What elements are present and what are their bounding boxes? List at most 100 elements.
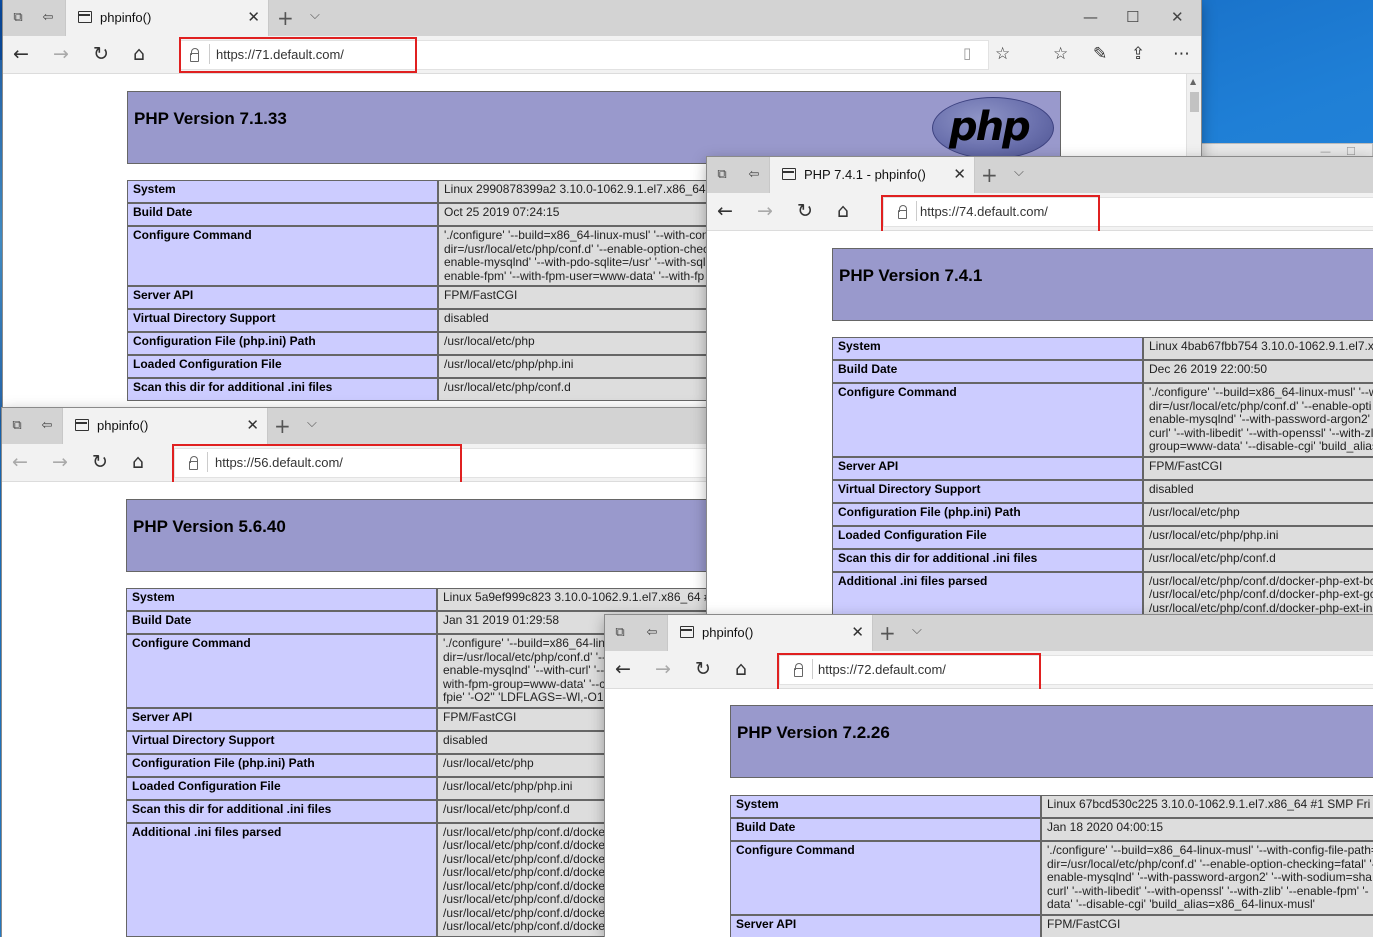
tabs-aside-icon[interactable]: ⧉ [8,418,26,434]
url-highlight-box [881,195,1100,235]
url-highlight-box [777,653,1041,691]
php-version-header: PHP Version 7.4.1 [832,248,1373,321]
row-key: Scan this dir for additional .ini files [832,548,1143,572]
minimize-icon[interactable]: — [1083,8,1098,26]
tab-phpinfo-56[interactable]: phpinfo() ✕ [62,408,268,444]
row-value-line: dir=/usr/local/etc/php/conf.d' '--enable… [1047,856,1373,871]
tabs-aside-icon[interactable]: ⧉ [611,625,629,641]
tab-phpinfo-72[interactable]: phpinfo() ✕ [667,615,873,651]
tab-dropdown-icon[interactable]: ⌵ [307,416,317,431]
favorite-star-icon[interactable]: ☆ [995,44,1010,64]
new-tab-icon[interactable]: + [879,621,896,645]
forward-icon[interactable]: → [655,659,671,679]
row-value-line: /usr/local/etc/php/php.ini [1149,527,1279,542]
row-value-line: './configure' '--build=x86_64-linux-musl… [1149,385,1373,399]
back-icon[interactable]: ← [12,452,28,472]
tab-dropdown-icon[interactable]: ⌵ [1014,165,1024,180]
table-row: Additional .ini files parsed/usr/local/e… [832,571,1373,618]
forward-icon[interactable]: → [52,452,68,472]
refresh-icon[interactable]: ↻ [92,452,108,472]
row-value: FPM/FastCGI [1041,914,1373,937]
home-icon[interactable]: ⌂ [133,44,145,64]
tab-bar: ⧉ ⇦ PHP 7.4.1 - phpinfo() ✕ + ⌵ [707,157,1373,193]
home-icon[interactable]: ⌂ [132,452,144,472]
back-icon[interactable]: ← [13,44,29,64]
tabs-set-aside-icon[interactable]: ⇦ [38,418,56,434]
tabs-set-aside-icon[interactable]: ⇦ [39,10,57,26]
php-version-header: PHP Version 7.1.33 php [127,91,1061,164]
forward-icon[interactable]: → [53,44,69,64]
new-tab-icon[interactable]: + [274,414,291,438]
tab-close-icon[interactable]: ✕ [247,8,260,26]
back-icon[interactable]: ← [615,659,631,679]
refresh-icon[interactable]: ↻ [695,659,711,679]
home-icon[interactable]: ⌂ [837,201,849,221]
url-highlight-box [179,37,417,73]
navigation-bar: ← → ↻ ⌂ https://56.default.com/ [2,444,722,486]
page-content: PHP Version 7.2.26 System Linux 67bcd530c… [605,689,1373,937]
maximize-icon[interactable]: ☐ [1126,8,1139,26]
refresh-icon[interactable]: ↻ [93,44,109,64]
tab-dropdown-icon[interactable]: ⌵ [310,8,320,23]
reading-view-icon[interactable]: ▯ [963,44,971,62]
url-highlight-box [172,444,462,486]
tab-phpinfo-74[interactable]: PHP 7.4.1 - phpinfo() ✕ [769,157,975,193]
tabs-set-aside-icon[interactable]: ⇦ [643,625,661,641]
row-key: Build Date [127,203,438,226]
tab-close-icon[interactable]: ✕ [246,416,259,434]
row-value-line: Linux 67bcd530c225 3.10.0-1062.9.1.el7.x… [1047,797,1371,811]
tabs-aside-icon[interactable]: ⧉ [713,167,731,183]
php-logo-text: php [949,104,1031,150]
tabs-aside-icon[interactable]: ⧉ [9,10,27,26]
new-tab-icon[interactable]: + [981,163,998,187]
row-value-line: curl' '--with-libedit' '--with-openssl' … [1149,425,1373,440]
php-version-title: PHP Version 7.2.26 [737,723,890,742]
tab-close-icon[interactable]: ✕ [851,623,864,641]
row-key: System [832,337,1143,360]
browser-window-72: ⧉ ⇦ phpinfo() ✕ + ⌵ ← → ↻ ⌂ https://72.d… [605,615,1373,937]
tabs-set-aside-icon[interactable]: ⇦ [745,167,763,183]
table-row: Configuration File (php.ini) Path/usr/lo… [832,502,1373,526]
table-row: System Linux 67bcd530c225 3.10.0-1062.9.1… [730,795,1373,818]
row-value: './configure' '--build=x86_64-linux-musl… [1143,383,1373,457]
tab-title: PHP 7.4.1 - phpinfo() [804,167,926,182]
table-row: Build Date Dec 26 2019 22:00:50 [832,360,1373,383]
row-value-line: /usr/local/etc/php/conf.d/docker-php-ext… [1149,587,1373,601]
tab-close-icon[interactable]: ✕ [953,165,966,183]
favorites-list-icon[interactable]: ☆ [1053,44,1068,64]
new-tab-icon[interactable]: + [277,6,294,30]
row-key: System [127,180,438,203]
row-key: Configuration File (php.ini) Path [126,753,437,777]
row-value: /usr/local/etc/php [1143,502,1373,526]
browser-window-74: ⧉ ⇦ PHP 7.4.1 - phpinfo() ✕ + ⌵ ← → ↻ ⌂ … [707,157,1373,627]
row-key: Loaded Configuration File [832,525,1143,549]
row-value-line: disabled [1149,481,1194,496]
row-key: System [730,795,1041,818]
refresh-icon[interactable]: ↻ [797,201,813,221]
close-window-icon[interactable]: ✕ [1171,8,1184,26]
tab-phpinfo-71[interactable]: phpinfo() ✕ [65,0,269,36]
more-icon[interactable]: ⋯ [1173,44,1190,64]
row-value-line: data' '--disable-cgi' 'build_alias=x86_6… [1047,897,1315,911]
row-value-line: Dec 26 2019 22:00:50 [1149,362,1268,376]
row-key: Virtual Directory Support [832,479,1143,503]
row-key: Build Date [832,360,1143,383]
info-table: System Linux 4bab67fbb754 3.10.0-1062.9.1… [832,337,1373,618]
row-value-line: /usr/local/etc/php/conf.d/docker-php-ext… [1149,573,1373,588]
php-version-title: PHP Version 7.4.1 [839,266,983,285]
scroll-up-icon[interactable]: ▲ [1190,77,1196,86]
back-icon[interactable]: ← [717,201,733,221]
scroll-thumb[interactable] [1190,92,1199,112]
page-icon [78,11,92,23]
forward-icon[interactable]: → [757,201,773,221]
row-key: Configure Command [127,226,438,286]
home-icon[interactable]: ⌂ [735,659,747,679]
navigation-bar: ← → ↻ ⌂ https://72.default.com/ [605,651,1373,691]
tab-dropdown-icon[interactable]: ⌵ [912,623,922,638]
share-icon[interactable]: ⇪ [1131,44,1145,64]
row-value-line: /usr/local/etc/php [1149,504,1240,519]
row-value-line: FPM/FastCGI [1047,916,1121,931]
pen-icon[interactable]: ✎ [1093,44,1107,64]
row-key: Server API [832,456,1143,480]
tab-bar: ⧉ ⇦ phpinfo() ✕ + ⌵ — ☐ ✕ [3,0,1201,36]
